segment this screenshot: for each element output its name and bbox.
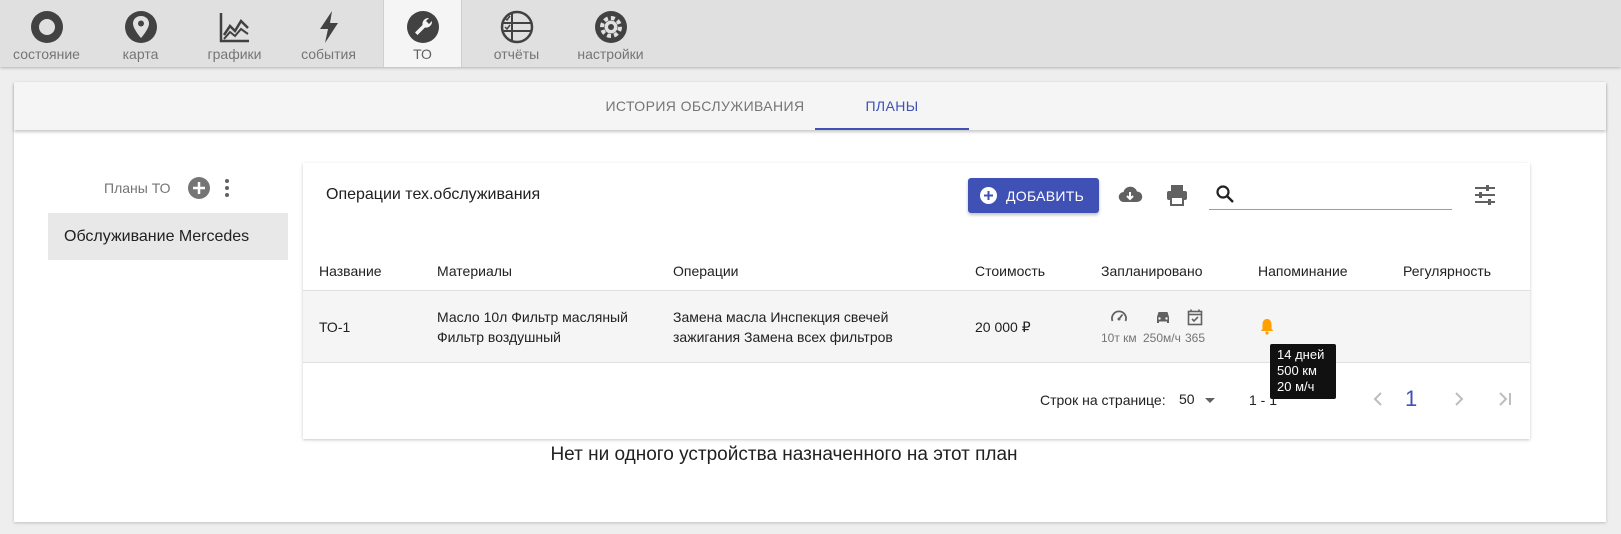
no-devices-message: Нет ни одного устройства назначенного на… <box>550 444 1018 465</box>
reminder-tooltip: 14 дней 500 км 20 м/ч <box>1270 344 1336 399</box>
chart-icon <box>219 13 249 43</box>
tune-filter-icon[interactable] <box>1472 182 1498 208</box>
previous-page-icon[interactable] <box>1366 387 1390 411</box>
speedometer-icon <box>1111 310 1127 322</box>
rows-per-page-value: 50 <box>1179 391 1195 407</box>
column-header-operations[interactable]: Операции <box>673 263 739 279</box>
panel-title: Операции тех.обслуживания <box>326 186 541 203</box>
add-button-label: ДОБАВИТЬ <box>1006 188 1085 204</box>
cell-operations: Замена масла Инспекция свечей зажигания … <box>673 309 893 345</box>
scheduled-hours: 250м/ч <box>1143 331 1181 345</box>
calendar-check-icon <box>1187 309 1203 326</box>
nav-item-label: настройки <box>577 46 644 62</box>
column-header-materials[interactable]: Материалы <box>437 263 512 279</box>
nav-item-charts[interactable]: графики <box>195 0 274 67</box>
nav-item-label: карта <box>122 46 159 62</box>
scheduled-days: 365 <box>1185 331 1206 345</box>
next-page-icon[interactable] <box>1447 387 1471 411</box>
column-header-reminder[interactable]: Напоминание <box>1258 263 1348 279</box>
plans-title: Планы ТО <box>104 180 171 196</box>
report-checklist-icon <box>500 10 533 44</box>
nav-item-reports[interactable]: отчёты <box>477 0 556 67</box>
column-header-regularity[interactable]: Регулярность <box>1403 263 1491 279</box>
search-icon <box>1216 185 1234 203</box>
column-header-cost[interactable]: Стоимость <box>975 263 1045 279</box>
more-vert-icon <box>225 179 229 197</box>
operations-panel: Операции тех.обслуживания ДОБАВИТЬ Назва… <box>303 163 1530 439</box>
rows-per-page-label: Строк на странице: <box>1040 392 1166 408</box>
nav-item-label: состояние <box>13 46 80 62</box>
rows-per-page-select[interactable]: 50 <box>1179 391 1216 407</box>
tooltip-line-km: 500 км <box>1277 363 1317 378</box>
nav-item-label: ТО <box>413 46 432 62</box>
add-operation-button[interactable]: ДОБАВИТЬ <box>968 178 1099 213</box>
print-icon[interactable] <box>1164 182 1190 208</box>
nav-item-label: графики <box>207 46 262 62</box>
cell-cost: 20 000 ₽ <box>975 319 1031 335</box>
column-header-scheduled[interactable]: Запланировано <box>1101 263 1203 279</box>
tab-plans[interactable]: ПЛАНЫ <box>815 82 969 130</box>
gear-icon <box>594 11 627 43</box>
main-card: ИСТОРИЯ ОБСЛУЖИВАНИЯ ПЛАНЫ Планы ТО Обсл… <box>14 82 1606 522</box>
car-icon <box>1157 312 1169 323</box>
lightning-icon <box>319 11 338 43</box>
plus-icon <box>193 182 205 194</box>
scheduled-mileage: 10т км <box>1101 331 1137 345</box>
dropdown-arrow-icon <box>1205 398 1216 403</box>
tooltip-line-days: 14 дней <box>1277 347 1325 362</box>
map-pin-icon <box>124 11 157 43</box>
add-plan-button[interactable] <box>188 177 210 199</box>
subtabs-bar: ИСТОРИЯ ОБСЛУЖИВАНИЯ ПЛАНЫ <box>14 82 1606 130</box>
add-circle-icon <box>980 187 997 204</box>
nav-item-maintenance[interactable]: ТО <box>383 0 462 67</box>
nav-item-status[interactable]: состояние <box>7 0 86 67</box>
tooltip-line-hours: 20 м/ч <box>1277 379 1315 394</box>
search-input[interactable] <box>1241 182 1446 206</box>
tab-maintenance-history[interactable]: ИСТОРИЯ ОБСЛУЖИВАНИЯ <box>595 82 815 130</box>
table-row[interactable]: ТО-1 Масло 10л Фильтр масляный Фильтр во… <box>303 290 1530 363</box>
column-header-name[interactable]: Название <box>319 263 382 279</box>
cell-materials: Масло 10л Фильтр масляный Фильтр воздушн… <box>437 309 628 345</box>
plan-item-mercedes[interactable]: Обслуживание Mercedes <box>48 213 288 260</box>
nav-item-label: отчёты <box>493 46 540 62</box>
circle-status-icon <box>30 11 63 43</box>
nav-item-events[interactable]: события <box>289 0 368 67</box>
top-navigation: состояние карта графики события ТО отчёт… <box>0 0 1621 67</box>
search-box <box>1209 180 1452 210</box>
cloud-download-icon[interactable] <box>1117 182 1143 208</box>
wrench-icon <box>406 11 439 43</box>
cell-name: ТО-1 <box>319 319 351 335</box>
nav-item-label: события <box>301 46 356 62</box>
plans-menu-button[interactable] <box>222 177 232 199</box>
nav-item-settings[interactable]: настройки <box>571 0 650 67</box>
nav-item-map[interactable]: карта <box>101 0 180 67</box>
bell-icon[interactable] <box>1258 317 1276 335</box>
last-page-icon[interactable] <box>1493 387 1517 411</box>
page-number-button[interactable]: 1 <box>1405 386 1417 412</box>
